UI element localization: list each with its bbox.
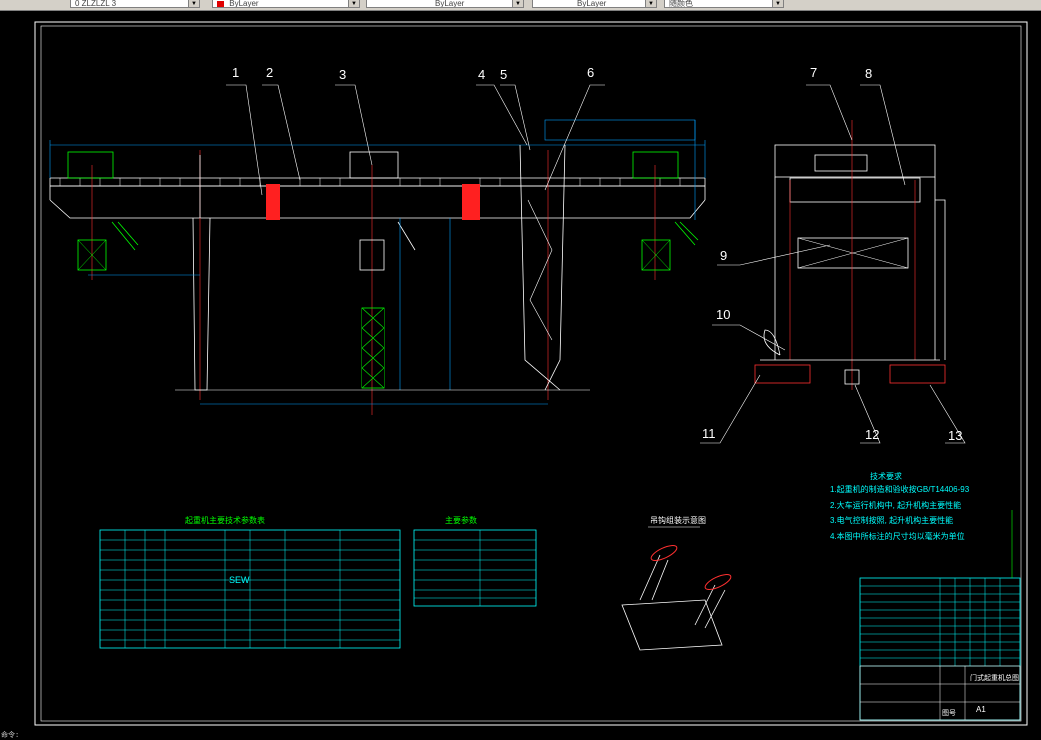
- inner-frame: [40, 25, 1022, 722]
- sew-label: SEW: [229, 575, 250, 585]
- command-line[interactable]: 命令:: [0, 733, 1041, 740]
- title-block: 门式起重机总图 A1 图号: [859, 510, 1021, 721]
- title-block-name: 门式起重机总图: [970, 673, 1019, 682]
- color-swatch-icon: [217, 0, 224, 7]
- chevron-down-icon[interactable]: ▼: [348, 0, 359, 7]
- callout-7: 7: [810, 65, 817, 80]
- title-block-label: 图号: [942, 709, 956, 717]
- layer-combo[interactable]: 0 ZLZLZL 3 ▼: [70, 0, 200, 8]
- callout-2: 2: [266, 65, 273, 80]
- callout-10: 10: [716, 307, 730, 322]
- tech-req-1: 1.起重机的制造和验收按GB/T14406-93: [830, 484, 970, 494]
- outer-frame: [34, 21, 1028, 726]
- command-prompt: 命令:: [1, 732, 20, 740]
- callout-8: 8: [865, 66, 872, 81]
- tech-req-3: 3.电气控制按照, 起升机构主要性能: [830, 515, 953, 525]
- callout-12: 12: [865, 427, 879, 442]
- hook-detail: 吊钩组装示意图: [621, 515, 732, 651]
- linetype-combo[interactable]: ByLayer ▼: [366, 0, 524, 8]
- front-elevation: [49, 119, 706, 415]
- chevron-down-icon[interactable]: ▼: [512, 0, 523, 7]
- callout-6: 6: [587, 65, 594, 80]
- color-combo[interactable]: ByLayer ▼: [212, 0, 360, 8]
- layer-combo-value: 0 ZLZLZL 3: [75, 0, 117, 8]
- callout-11: 11: [702, 426, 716, 441]
- callout-5: 5: [500, 67, 507, 82]
- callout-leaders: [226, 84, 966, 444]
- chevron-down-icon[interactable]: ▼: [645, 0, 656, 7]
- tech-req-2: 2.大车运行机构中, 起升机构主要性能: [830, 500, 961, 510]
- technical-requirements: 技术要求 1.起重机的制造和验收按GB/T14406-93 2.大车运行机构中,…: [830, 471, 970, 541]
- callout-3: 3: [339, 67, 346, 82]
- lineweight-combo-value: ByLayer: [577, 0, 607, 8]
- drawing-canvas[interactable]: 1 2 3 4 5 6 7 8 9 10 11 12 13 起重机主要技术参数表…: [0, 10, 1041, 733]
- table2-title: 主要参数: [445, 515, 477, 525]
- callout-labels: 1 2 3 4 5 6 7 8 9 10 11 12 13: [232, 65, 962, 443]
- lineweight-combo[interactable]: ByLayer ▼: [532, 0, 657, 8]
- linetype-combo-value: ByLayer: [435, 0, 465, 8]
- plotstyle-combo[interactable]: 随颜色 ▼: [664, 0, 784, 8]
- detail-title: 吊钩组装示意图: [650, 515, 706, 525]
- table1-title: 起重机主要技术参数表: [185, 515, 265, 525]
- callout-4: 4: [478, 67, 485, 82]
- main-params-table: 主要参数: [413, 515, 537, 607]
- title-block-code: A1: [976, 705, 986, 714]
- callout-9: 9: [720, 248, 727, 263]
- parameter-table: 起重机主要技术参数表 SEW: [99, 515, 401, 649]
- chevron-down-icon[interactable]: ▼: [772, 0, 783, 7]
- callout-1: 1: [232, 65, 239, 80]
- tech-req-title: 技术要求: [870, 471, 902, 481]
- plotstyle-combo-value: 随颜色: [669, 0, 693, 8]
- chevron-down-icon[interactable]: ▼: [188, 0, 199, 7]
- color-combo-value: ByLayer: [229, 0, 259, 8]
- tech-req-4: 4.本图中所标注的尺寸均以毫米为单位: [830, 531, 965, 541]
